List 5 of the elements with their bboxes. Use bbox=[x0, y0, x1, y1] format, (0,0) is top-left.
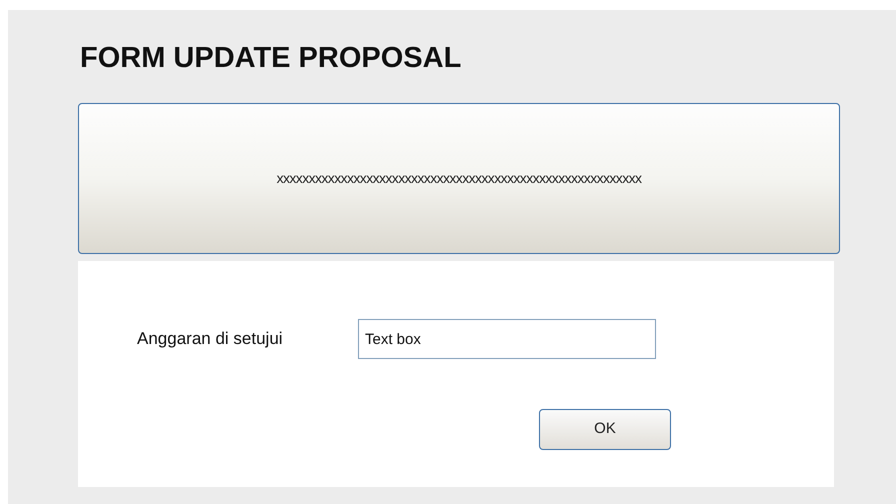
field-label: Anggaran di setujui bbox=[137, 328, 284, 350]
banner-text: xxxxxxxxxxxxxxxxxxxxxxxxxxxxxxxxxxxxxxxxxxxxxxxxxxxxxxxxx bbox=[276, 169, 642, 188]
form-title: FORM UPDATE PROPOSAL bbox=[80, 41, 462, 76]
input-field[interactable]: Text box bbox=[358, 319, 656, 359]
ok-button[interactable]: OK bbox=[539, 409, 671, 450]
